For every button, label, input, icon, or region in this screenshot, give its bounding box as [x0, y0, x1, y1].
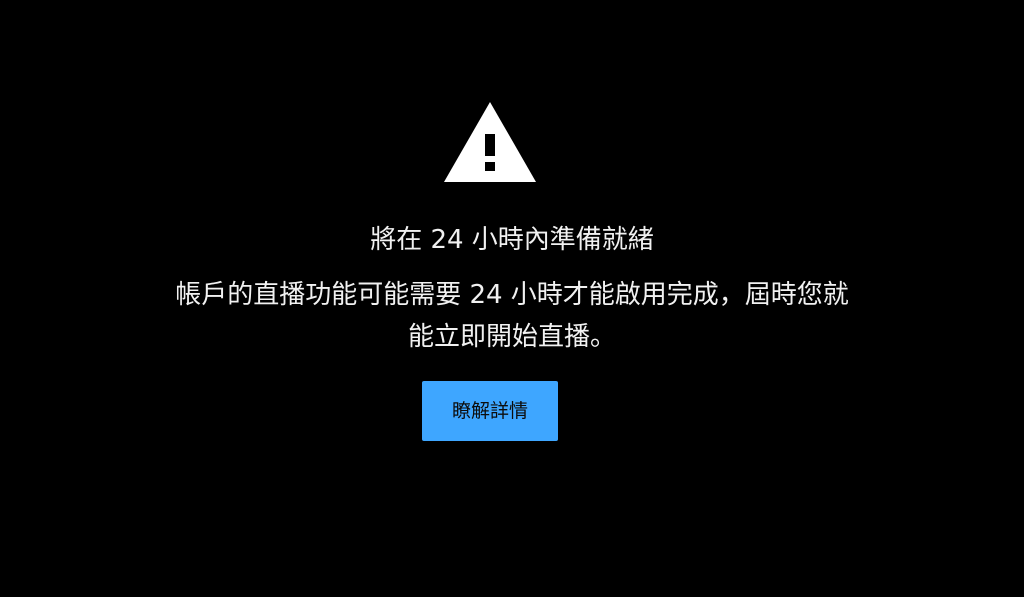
learn-more-button[interactable]: 瞭解詳情: [422, 381, 558, 441]
dialog-title: 將在 24 小時內準備就緒: [370, 225, 654, 255]
dialog-message: 帳戶的直播功能可能需要 24 小時才能啟用完成，屆時您就 能立即開始直播。: [0, 274, 1024, 358]
message-line-2: 能立即開始直播。: [407, 322, 616, 352]
message-line-1: 帳戶的直播功能可能需要 24 小時才能啟用完成，屆時您就: [175, 280, 849, 310]
warning-icon: [444, 102, 536, 182]
